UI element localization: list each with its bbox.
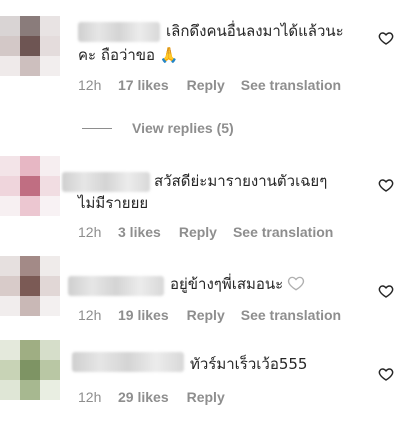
heart-outline-icon [288, 276, 305, 291]
see-translation-button[interactable]: See translation [233, 224, 333, 240]
username[interactable] [62, 172, 150, 192]
comment-meta: 12h 17 likes Reply See translation [78, 77, 341, 93]
comment-meta: 12h 29 likes Reply [78, 389, 241, 405]
comment-text: สวัสดีย่ะมารายงานตัวเฉยๆ [154, 172, 328, 190]
view-replies[interactable]: View replies (5) [82, 120, 234, 136]
view-replies-divider [82, 127, 112, 129]
reply-button[interactable]: Reply [187, 307, 225, 323]
avatar[interactable] [0, 156, 60, 216]
likes-count[interactable]: 3 likes [118, 224, 161, 240]
avatar[interactable] [0, 256, 60, 316]
comment-text: ไม่มีรายยย [78, 194, 149, 212]
comment-text: คะ ถือว่าขอ 🙏 [78, 46, 179, 64]
likes-count[interactable]: 17 likes [118, 77, 169, 93]
timestamp: 12h [78, 77, 102, 93]
see-translation-button[interactable]: See translation [241, 307, 341, 323]
see-translation-button[interactable]: See translation [241, 77, 341, 93]
avatar[interactable] [0, 340, 60, 400]
username[interactable] [72, 352, 184, 372]
comment-meta: 12h 3 likes Reply See translation [78, 224, 333, 240]
username[interactable] [78, 22, 160, 42]
comment-text: ทัวร์มาเร็วเว้อ555 [190, 355, 308, 373]
avatar[interactable] [0, 16, 60, 76]
timestamp: 12h [78, 224, 102, 240]
heart-outline-icon[interactable] [378, 30, 394, 46]
heart-outline-icon[interactable] [378, 366, 394, 382]
reply-button[interactable]: Reply [187, 389, 225, 405]
timestamp: 12h [78, 307, 102, 323]
timestamp: 12h [78, 389, 102, 405]
comment-text: เลิกดึงคนอื่นลงมาได้แล้วนะ [166, 22, 344, 40]
view-replies-button[interactable]: View replies (5) [132, 120, 234, 136]
username[interactable] [68, 276, 164, 296]
reply-button[interactable]: Reply [179, 224, 217, 240]
heart-outline-icon[interactable] [378, 283, 394, 299]
likes-count[interactable]: 29 likes [118, 389, 169, 405]
comment-text: อยู่ข้างๆพี่เสมอนะ [170, 273, 305, 295]
heart-outline-icon[interactable] [378, 177, 394, 193]
reply-button[interactable]: Reply [187, 77, 225, 93]
pray-emoji: 🙏 [159, 46, 179, 64]
comment-meta: 12h 19 likes Reply See translation [78, 307, 341, 323]
likes-count[interactable]: 19 likes [118, 307, 169, 323]
